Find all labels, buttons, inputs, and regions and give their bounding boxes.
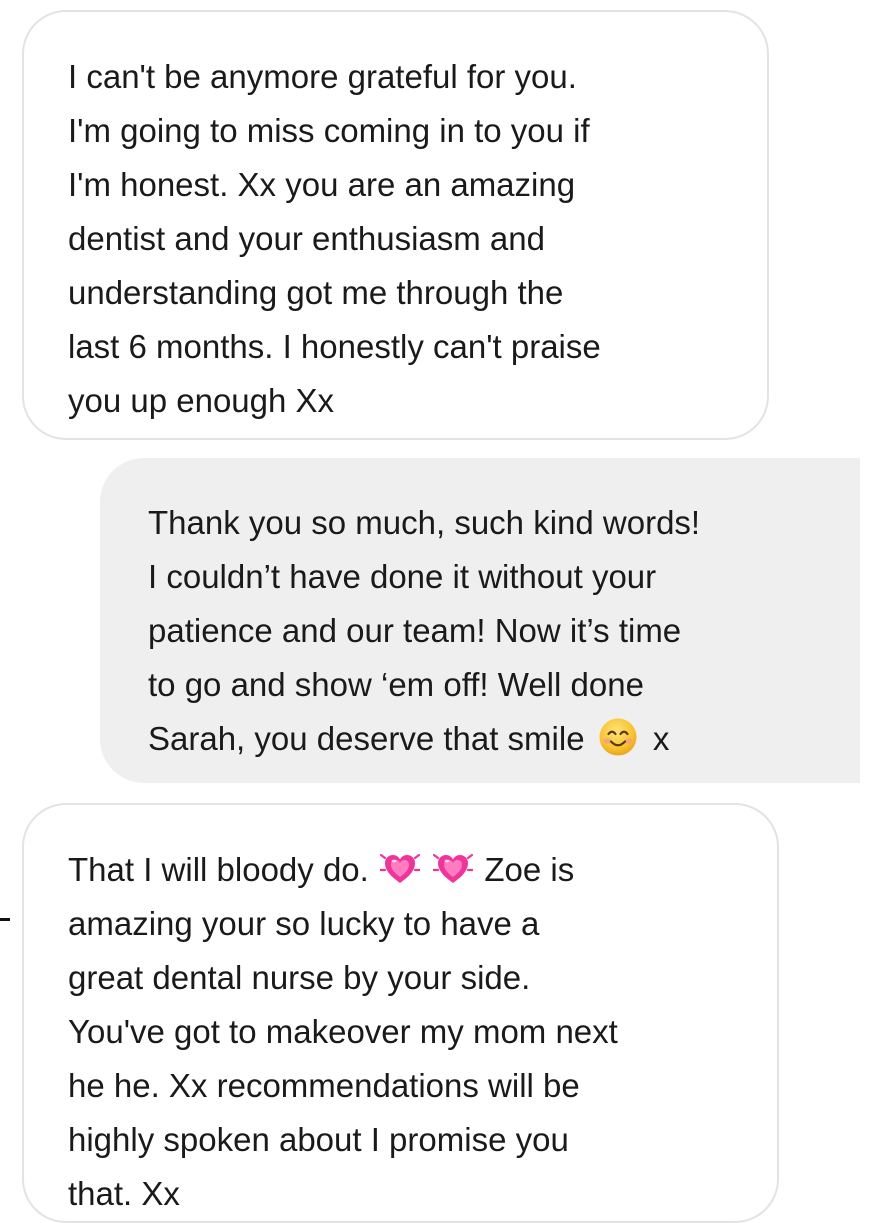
- message-line: he he. Xx recommendations will be: [68, 1067, 580, 1104]
- message-text: Zoe is: [484, 851, 575, 888]
- message-line: great dental nurse by your side.: [68, 959, 531, 996]
- message-line: patience and our team! Now it’s time: [148, 612, 682, 649]
- message-line: understanding got me through the: [68, 274, 564, 311]
- message-line: I can't be anymore grateful for you.: [68, 58, 577, 95]
- smiling-face-emoji-icon: [599, 718, 637, 756]
- message-line: amazing your so lucky to have a: [68, 905, 540, 942]
- message-line: You've got to makeover my mom next: [68, 1013, 618, 1050]
- message-line: I'm honest. Xx you are an amazing: [68, 166, 576, 203]
- message-line: you up enough Xx: [68, 382, 335, 419]
- incoming-message-bubble[interactable]: That I will bloody do. Zoe is amazing yo…: [22, 803, 779, 1223]
- message-line: highly spoken about I promise you: [68, 1121, 569, 1158]
- message-line-with-emoji: Sarah, you deserve that smile x: [148, 712, 830, 766]
- message-line-with-emoji: That I will bloody do. Zoe is: [68, 843, 737, 897]
- outgoing-message-bubble[interactable]: Thank you so much, such kind words! I co…: [100, 458, 860, 783]
- growing-heart-icon: [433, 854, 474, 884]
- left-edge-marker: [0, 918, 10, 921]
- message-line: I couldn’t have done it without your: [148, 558, 657, 595]
- message-text: Sarah, you deserve that smile: [148, 720, 585, 757]
- message-text: That I will bloody do.: [68, 851, 369, 888]
- incoming-message-bubble[interactable]: I can't be anymore grateful for you. I'm…: [22, 10, 769, 440]
- message-line: that. Xx: [68, 1175, 180, 1212]
- message-line: dentist and your enthusiasm and: [68, 220, 545, 257]
- message-line: Thank you so much, such kind words!: [148, 504, 701, 541]
- message-line: I'm going to miss coming in to you if: [68, 112, 590, 149]
- message-line: last 6 months. I honestly can't praise: [68, 328, 601, 365]
- growing-heart-icon: [380, 854, 420, 884]
- message-text: x: [652, 720, 670, 757]
- message-line: to go and show ‘em off! Well done: [148, 666, 644, 703]
